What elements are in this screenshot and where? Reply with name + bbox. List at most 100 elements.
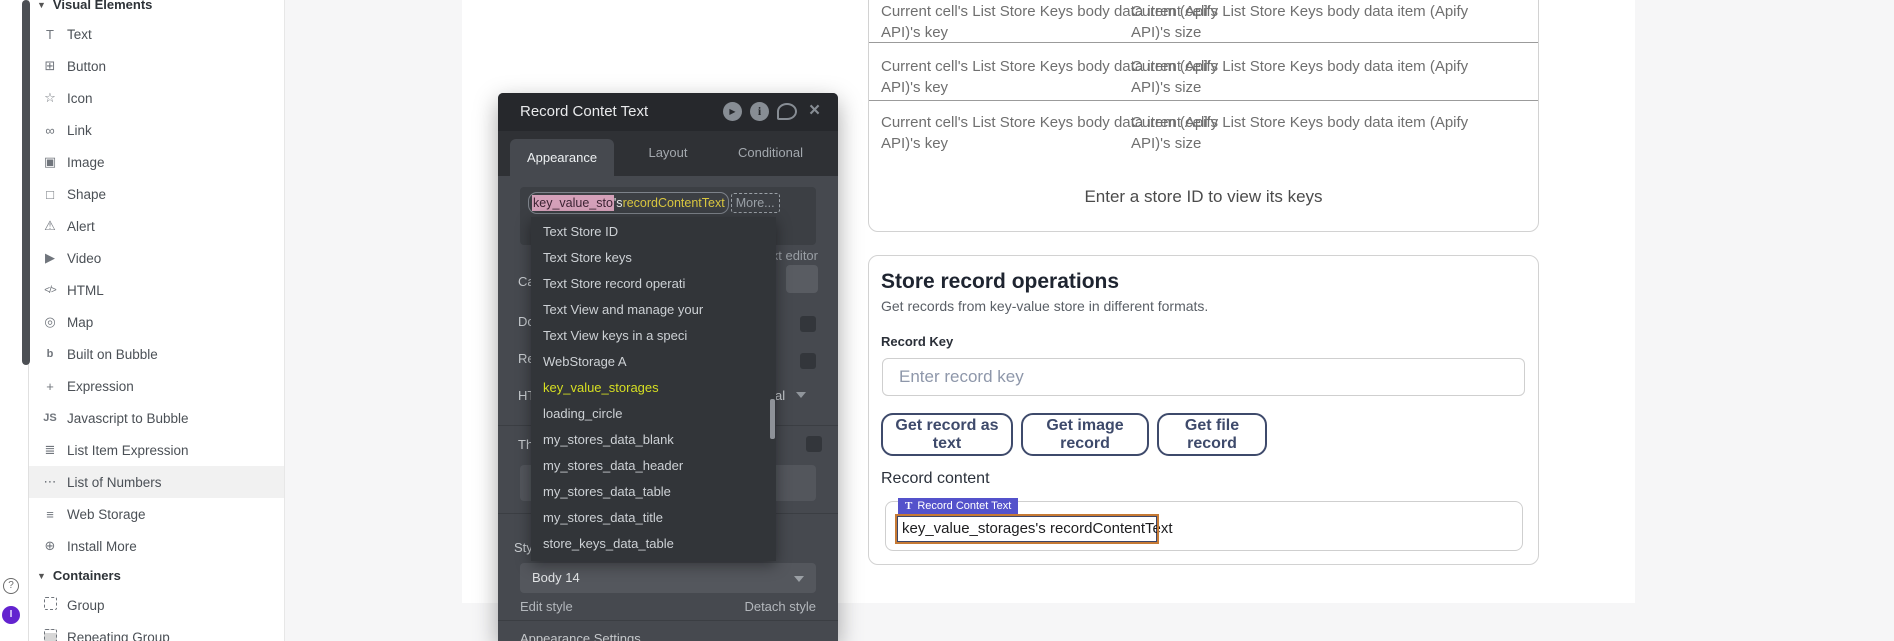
plus-circle-icon: ⊕ [40, 538, 60, 554]
comment-icon[interactable] [777, 103, 797, 120]
item-label: Repeating Group [67, 630, 170, 641]
autocomplete-option[interactable]: my_stores_data_title [531, 505, 776, 531]
autocomplete-option[interactable]: WebStorage A [531, 349, 776, 375]
item-label: List of Numbers [67, 475, 162, 490]
bubble-editor: ▼ Visual Elements TText ⊞Button ☆Icon ∞L… [0, 0, 1894, 641]
sidebar-item-repeating-group[interactable]: Repeating Group [29, 621, 284, 641]
expression-apostrophe: 's [614, 196, 623, 210]
sidebar-item-video[interactable]: ▶Video [29, 242, 284, 274]
sidebar-item-text[interactable]: TText [29, 18, 284, 50]
dropdown-scrollbar-thumb[interactable] [770, 399, 775, 439]
selected-text-element[interactable]: key_value_storages's recordContentText [897, 516, 1157, 542]
item-label: Group [67, 598, 105, 613]
shape-icon: □ [40, 187, 60, 202]
record-key-input[interactable] [882, 358, 1525, 396]
get-record-as-text-button[interactable]: Get record as text [881, 413, 1013, 456]
avatar[interactable]: I [2, 606, 20, 624]
sidebar-item-image[interactable]: ▣ Image [29, 146, 284, 178]
play-icon[interactable]: ▶ [723, 102, 742, 121]
sidebar-item-group[interactable]: Group [29, 589, 284, 621]
expression-token-group[interactable]: key_value_sto's recordContentText [528, 192, 729, 214]
sidebar-item-map[interactable]: ◎Map [29, 306, 284, 338]
sidebar-item-built-on-bubble[interactable]: bBuilt on Bubble [29, 338, 284, 370]
item-label: Install More [67, 539, 137, 554]
close-icon[interactable]: × [805, 102, 824, 121]
autocomplete-option[interactable]: Text Store keys [531, 245, 776, 271]
expression-line: key_value_sto's recordContentText More..… [528, 192, 780, 214]
checkbox[interactable] [806, 436, 822, 452]
rich-text-editor-link-fragment[interactable]: xt editor [772, 248, 818, 263]
sidebar-item-html[interactable]: </>HTML [29, 274, 284, 306]
sidebar-item-expression[interactable]: +Expression [29, 370, 284, 402]
info-icon[interactable]: i [750, 102, 769, 121]
style-dropdown[interactable]: Body 14 [520, 563, 816, 593]
item-label: Image [67, 155, 105, 170]
item-label: Built on Bubble [67, 347, 158, 362]
expression-selected-token[interactable]: key_value_sto [532, 195, 614, 211]
dropdown-value-fragment[interactable]: al [775, 388, 785, 403]
expression-more-button[interactable]: More... [731, 193, 780, 213]
sidebar-item-icon[interactable]: ☆Icon [29, 82, 284, 114]
sidebar-item-link[interactable]: ∞Link [29, 114, 284, 146]
row-separator [869, 42, 1538, 43]
property-editor-panel: Record Contet Text ▶ i × Appearance Layo… [498, 93, 838, 641]
item-label: Web Storage [67, 507, 146, 522]
autocomplete-option[interactable]: Text View and manage your [531, 297, 776, 323]
item-label: Javascript to Bubble [67, 411, 189, 426]
row-separator [869, 100, 1538, 101]
sidebar-item-shape[interactable]: □ Shape [29, 178, 284, 210]
autocomplete-option[interactable]: Text Store record operati [531, 271, 776, 297]
autocomplete-option[interactable]: loading_circle [531, 401, 776, 427]
store-record-operations-card: Store record operations Get records from… [868, 255, 1539, 565]
sidebar-item-button[interactable]: ⊞Button [29, 50, 284, 82]
js-icon: JS [40, 412, 60, 424]
tab-appearance[interactable]: Appearance [510, 139, 614, 176]
button-icon: ⊞ [40, 58, 60, 74]
image-icon: ▣ [40, 154, 60, 170]
section-visual-elements[interactable]: ▼ Visual Elements [29, 0, 284, 18]
item-label: Video [67, 251, 101, 266]
checkbox[interactable] [800, 316, 816, 332]
get-file-record-button[interactable]: Get file record [1157, 413, 1267, 456]
table-row: Current cell's List Store Keys body data… [881, 112, 1526, 154]
edit-style-link[interactable]: Edit style [520, 599, 573, 614]
tab-layout[interactable]: Layout [638, 145, 698, 160]
divider [498, 620, 838, 621]
autocomplete-option[interactable]: my_stores_data_table [531, 479, 776, 505]
autocomplete-option[interactable]: Text Store ID [531, 219, 776, 245]
selected-element-tag: TRecord Contet Text [898, 498, 1018, 514]
repeating-group-icon [40, 629, 60, 641]
table-row: Current cell's List Store Keys body data… [881, 56, 1526, 98]
item-label: Text [67, 27, 92, 42]
chevron-down-icon [794, 576, 804, 582]
code-icon: </> [40, 285, 60, 296]
autocomplete-option[interactable]: my_stores_data_blank [531, 427, 776, 453]
tab-conditional[interactable]: Conditional [728, 145, 813, 160]
sidebar-item-list-of-numbers[interactable]: ⋯List of Numbers [29, 466, 284, 498]
sidebar-item-install-more[interactable]: ⊕ Install More [29, 530, 284, 562]
list-icon: ≡ [40, 507, 60, 522]
sidebar-item-web-storage[interactable]: ≡ Web Storage [29, 498, 284, 530]
alert-icon: ⚠ [40, 218, 60, 234]
checkbox[interactable] [800, 353, 816, 369]
autocomplete-option[interactable]: my_stores_data_header [531, 453, 776, 479]
autocomplete-option[interactable]: Text View keys in a speci [531, 323, 776, 349]
section-containers[interactable]: ▼ Containers [29, 562, 284, 589]
item-label: Shape [67, 187, 106, 202]
elements-palette: ▼ Visual Elements TText ⊞Button ☆Icon ∞L… [0, 0, 285, 641]
panel-titlebar[interactable]: Record Contet Text ▶ i × [498, 93, 838, 131]
expression-field-token[interactable]: recordContentText [623, 196, 725, 210]
get-image-record-button[interactable]: Get image record [1021, 413, 1149, 456]
detach-style-link[interactable]: Detach style [744, 599, 816, 614]
star-icon: ☆ [40, 90, 60, 106]
input-fragment[interactable] [786, 265, 818, 293]
panel-title: Record Contet Text [520, 103, 648, 120]
sidebar-item-list-item-expression[interactable]: ≣List Item Expression [29, 434, 284, 466]
help-icon[interactable]: ? [3, 578, 19, 594]
autocomplete-option[interactable]: store_keys_data_table [531, 531, 776, 557]
clipboard-icon: ≣ [40, 442, 60, 458]
record-key-label: Record Key [881, 334, 953, 349]
sidebar-item-alert[interactable]: ⚠Alert [29, 210, 284, 242]
autocomplete-option-highlighted[interactable]: key_value_storages [531, 375, 776, 401]
sidebar-item-javascript-to-bubble[interactable]: JS Javascript to Bubble [29, 402, 284, 434]
